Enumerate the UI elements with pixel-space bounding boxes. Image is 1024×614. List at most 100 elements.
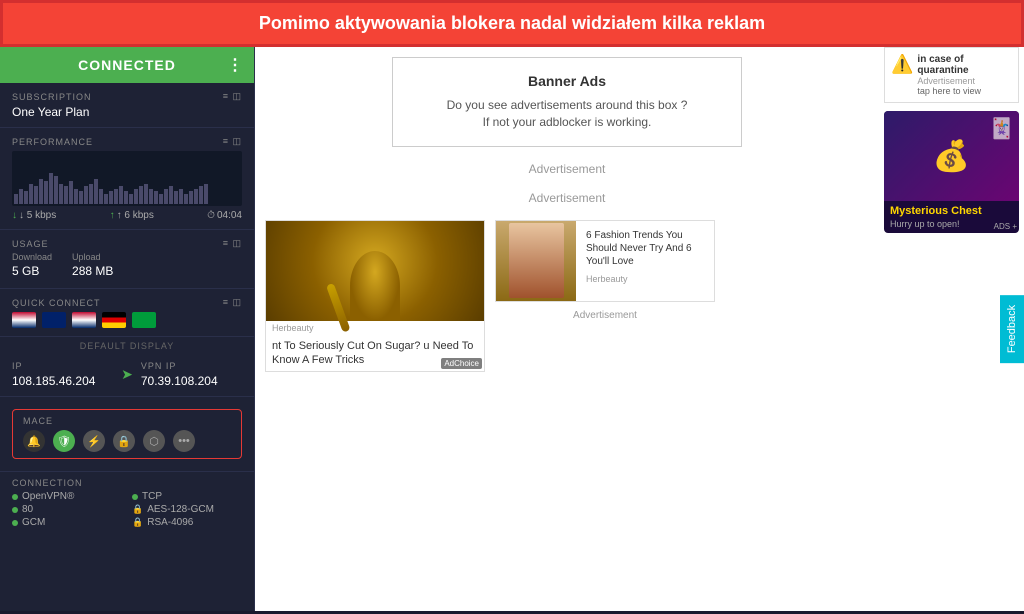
perf-bar — [34, 186, 38, 204]
quick-connect-label: QUICK CONNECT ≡ ◫ — [12, 297, 242, 308]
ip-row: IP 108.185.46.204 ➤ VPN IP 70.39.108.204 — [12, 361, 242, 388]
fashion-article-card[interactable]: 6 Fashion Trends You Should Never Try An… — [495, 220, 715, 329]
chest-image: 💰 🃏 — [884, 111, 1019, 201]
perf-bar — [59, 184, 63, 204]
ip-section: IP 108.185.46.204 ➤ VPN IP 70.39.108.204 — [0, 353, 254, 397]
perf-bar — [124, 191, 128, 204]
connection-section: CONNECTION OpenVPN® TCP 80 🔒 AES-128-GC — [0, 472, 254, 534]
perf-bar — [184, 194, 188, 204]
perf-bar — [169, 186, 173, 204]
encryption-item: 🔒 AES-128-GCM — [132, 504, 242, 515]
perf-bar — [204, 184, 208, 204]
flag-buttons — [12, 312, 242, 328]
sugar-article-image — [266, 221, 484, 321]
perf-bar — [134, 189, 138, 204]
mace-icon-5[interactable]: ⬡ — [143, 430, 165, 452]
lock-icon: 🔒 — [132, 504, 143, 515]
mace-section: MACE 🔔 🛡 ⚡ 🔒 ⬡ ••• — [0, 397, 254, 472]
mace-bell-icon[interactable]: 🔔 — [23, 430, 45, 452]
quarantine-ad[interactable]: ⚠️ in case of quarantine Advertisement t… — [884, 47, 1019, 103]
mace-icon-3[interactable]: ⚡ — [83, 430, 105, 452]
perf-bar — [199, 186, 203, 204]
sugar-article-source: Herbeauty — [266, 321, 484, 335]
flag-us-2[interactable] — [72, 312, 96, 328]
ip-arrow-icon: ➤ — [121, 366, 133, 383]
perf-bar — [149, 189, 153, 204]
ads-label: ADS + — [994, 222, 1017, 231]
fashion-ad-label: Advertisement — [495, 310, 715, 321]
perf-bar — [129, 194, 133, 204]
perf-bar — [174, 191, 178, 204]
chest-title: Mysterious Chest — [884, 201, 1019, 219]
flag-uk[interactable] — [42, 312, 66, 328]
more-options-icon[interactable]: ⋮ — [227, 55, 244, 75]
mace-icon-6[interactable]: ••• — [173, 430, 195, 452]
perf-bar — [14, 194, 18, 204]
perf-bar — [104, 194, 108, 204]
perf-bar — [154, 191, 158, 204]
fashion-article-title: 6 Fashion Trends You Should Never Try An… — [580, 225, 710, 272]
perf-bar — [179, 189, 183, 204]
vpn-ip-value: 70.39.108.204 — [141, 374, 242, 388]
main-content-area: Banner Ads Do you see advertisements aro… — [255, 47, 1024, 611]
performance-section: PERFORMANCE ≡ ◫ — [0, 128, 254, 230]
feedback-tab[interactable]: Feedback — [1000, 295, 1024, 363]
adchoices-badge: AdChoice — [441, 358, 482, 369]
perf-bar — [64, 186, 68, 204]
perf-bar — [74, 189, 78, 204]
subscription-section: SUBSCRIPTION ≡ ◫ One Year Plan — [0, 83, 254, 128]
browser-area: Banner Ads Do you see advertisements aro… — [255, 47, 1024, 611]
warning-banner-text: Pomimo aktywowania blokera nadal widział… — [259, 13, 765, 33]
default-display-label: DEFAULT DISPLAY — [0, 337, 254, 353]
warning-icon: ⚠️ — [891, 54, 913, 75]
lock-icon-2: 🔒 — [132, 517, 143, 528]
mace-shield-icon[interactable]: 🛡 — [53, 430, 75, 452]
protocol-item: OpenVPN® — [12, 491, 122, 502]
connection-grid: OpenVPN® TCP 80 🔒 AES-128-GCM GCM — [12, 491, 242, 528]
content-area: Banner Ads Do you see advertisements aro… — [255, 47, 1024, 611]
mysterious-chest-ad[interactable]: 💰 🃏 Mysterious Chest Hurry up to open! A… — [884, 111, 1019, 233]
mace-icon-4[interactable]: 🔒 — [113, 430, 135, 452]
subscription-label: SUBSCRIPTION ≡ ◫ — [12, 91, 242, 102]
perf-bar — [54, 176, 58, 204]
conn-dot-port — [12, 507, 18, 513]
conn-dot-transport — [132, 494, 138, 500]
perf-bar — [144, 184, 148, 204]
perf-bar — [44, 181, 48, 204]
conn-dot-protocol — [12, 494, 18, 500]
advertisement-placeholder-2: Advertisement — [265, 191, 869, 205]
perf-bar — [99, 189, 103, 204]
mace-icons-row: 🔔 🛡 ⚡ 🔒 ⬡ ••• — [23, 430, 231, 452]
quarantine-ad-title: in case of quarantine — [917, 54, 1012, 76]
flag-us[interactable] — [12, 312, 36, 328]
perf-bar — [29, 184, 33, 204]
perf-bar — [84, 186, 88, 204]
perf-bar — [114, 189, 118, 204]
flag-de[interactable] — [102, 312, 126, 328]
usage-label: USAGE ≡ ◫ — [12, 238, 242, 249]
vpn-status-bar[interactable]: CONNECTED ⋮ — [0, 47, 254, 83]
perf-bar — [139, 186, 143, 204]
warning-banner: Pomimo aktywowania blokera nadal widział… — [0, 0, 1024, 47]
sugar-article-card[interactable]: Herbeauty nt To Seriously Cut On Sugar? … — [265, 220, 485, 373]
quick-connect-section: QUICK CONNECT ≡ ◫ — [0, 289, 254, 337]
mace-box: MACE 🔔 🛡 ⚡ 🔒 ⬡ ••• — [12, 409, 242, 459]
uptime: ⏱ 04:04 — [207, 210, 242, 221]
mode-item: GCM — [12, 517, 122, 528]
perf-bar — [119, 186, 123, 204]
conn-dot-mode — [12, 520, 18, 526]
download-speed: ↓ ↓ 5 kbps — [12, 210, 56, 221]
performance-label: PERFORMANCE ≡ ◫ — [12, 136, 242, 147]
webpage-content: Banner Ads Do you see advertisements aro… — [255, 47, 879, 611]
perf-bar — [164, 189, 168, 204]
usage-row: Download 5 GB Upload 288 MB — [12, 252, 242, 280]
subscription-value: One Year Plan — [12, 105, 242, 119]
quarantine-ad-action: tap here to view — [917, 86, 1012, 96]
usage-section: USAGE ≡ ◫ Download 5 GB Upload 288 MB — [0, 230, 254, 289]
banner-ads-title: Banner Ads — [408, 73, 726, 89]
fashion-article-source: Herbeauty — [580, 272, 710, 286]
flag-br[interactable] — [132, 312, 156, 328]
perf-bar — [69, 181, 73, 204]
transport-item: TCP — [132, 491, 242, 502]
advertisement-placeholder-1: Advertisement — [265, 162, 869, 176]
